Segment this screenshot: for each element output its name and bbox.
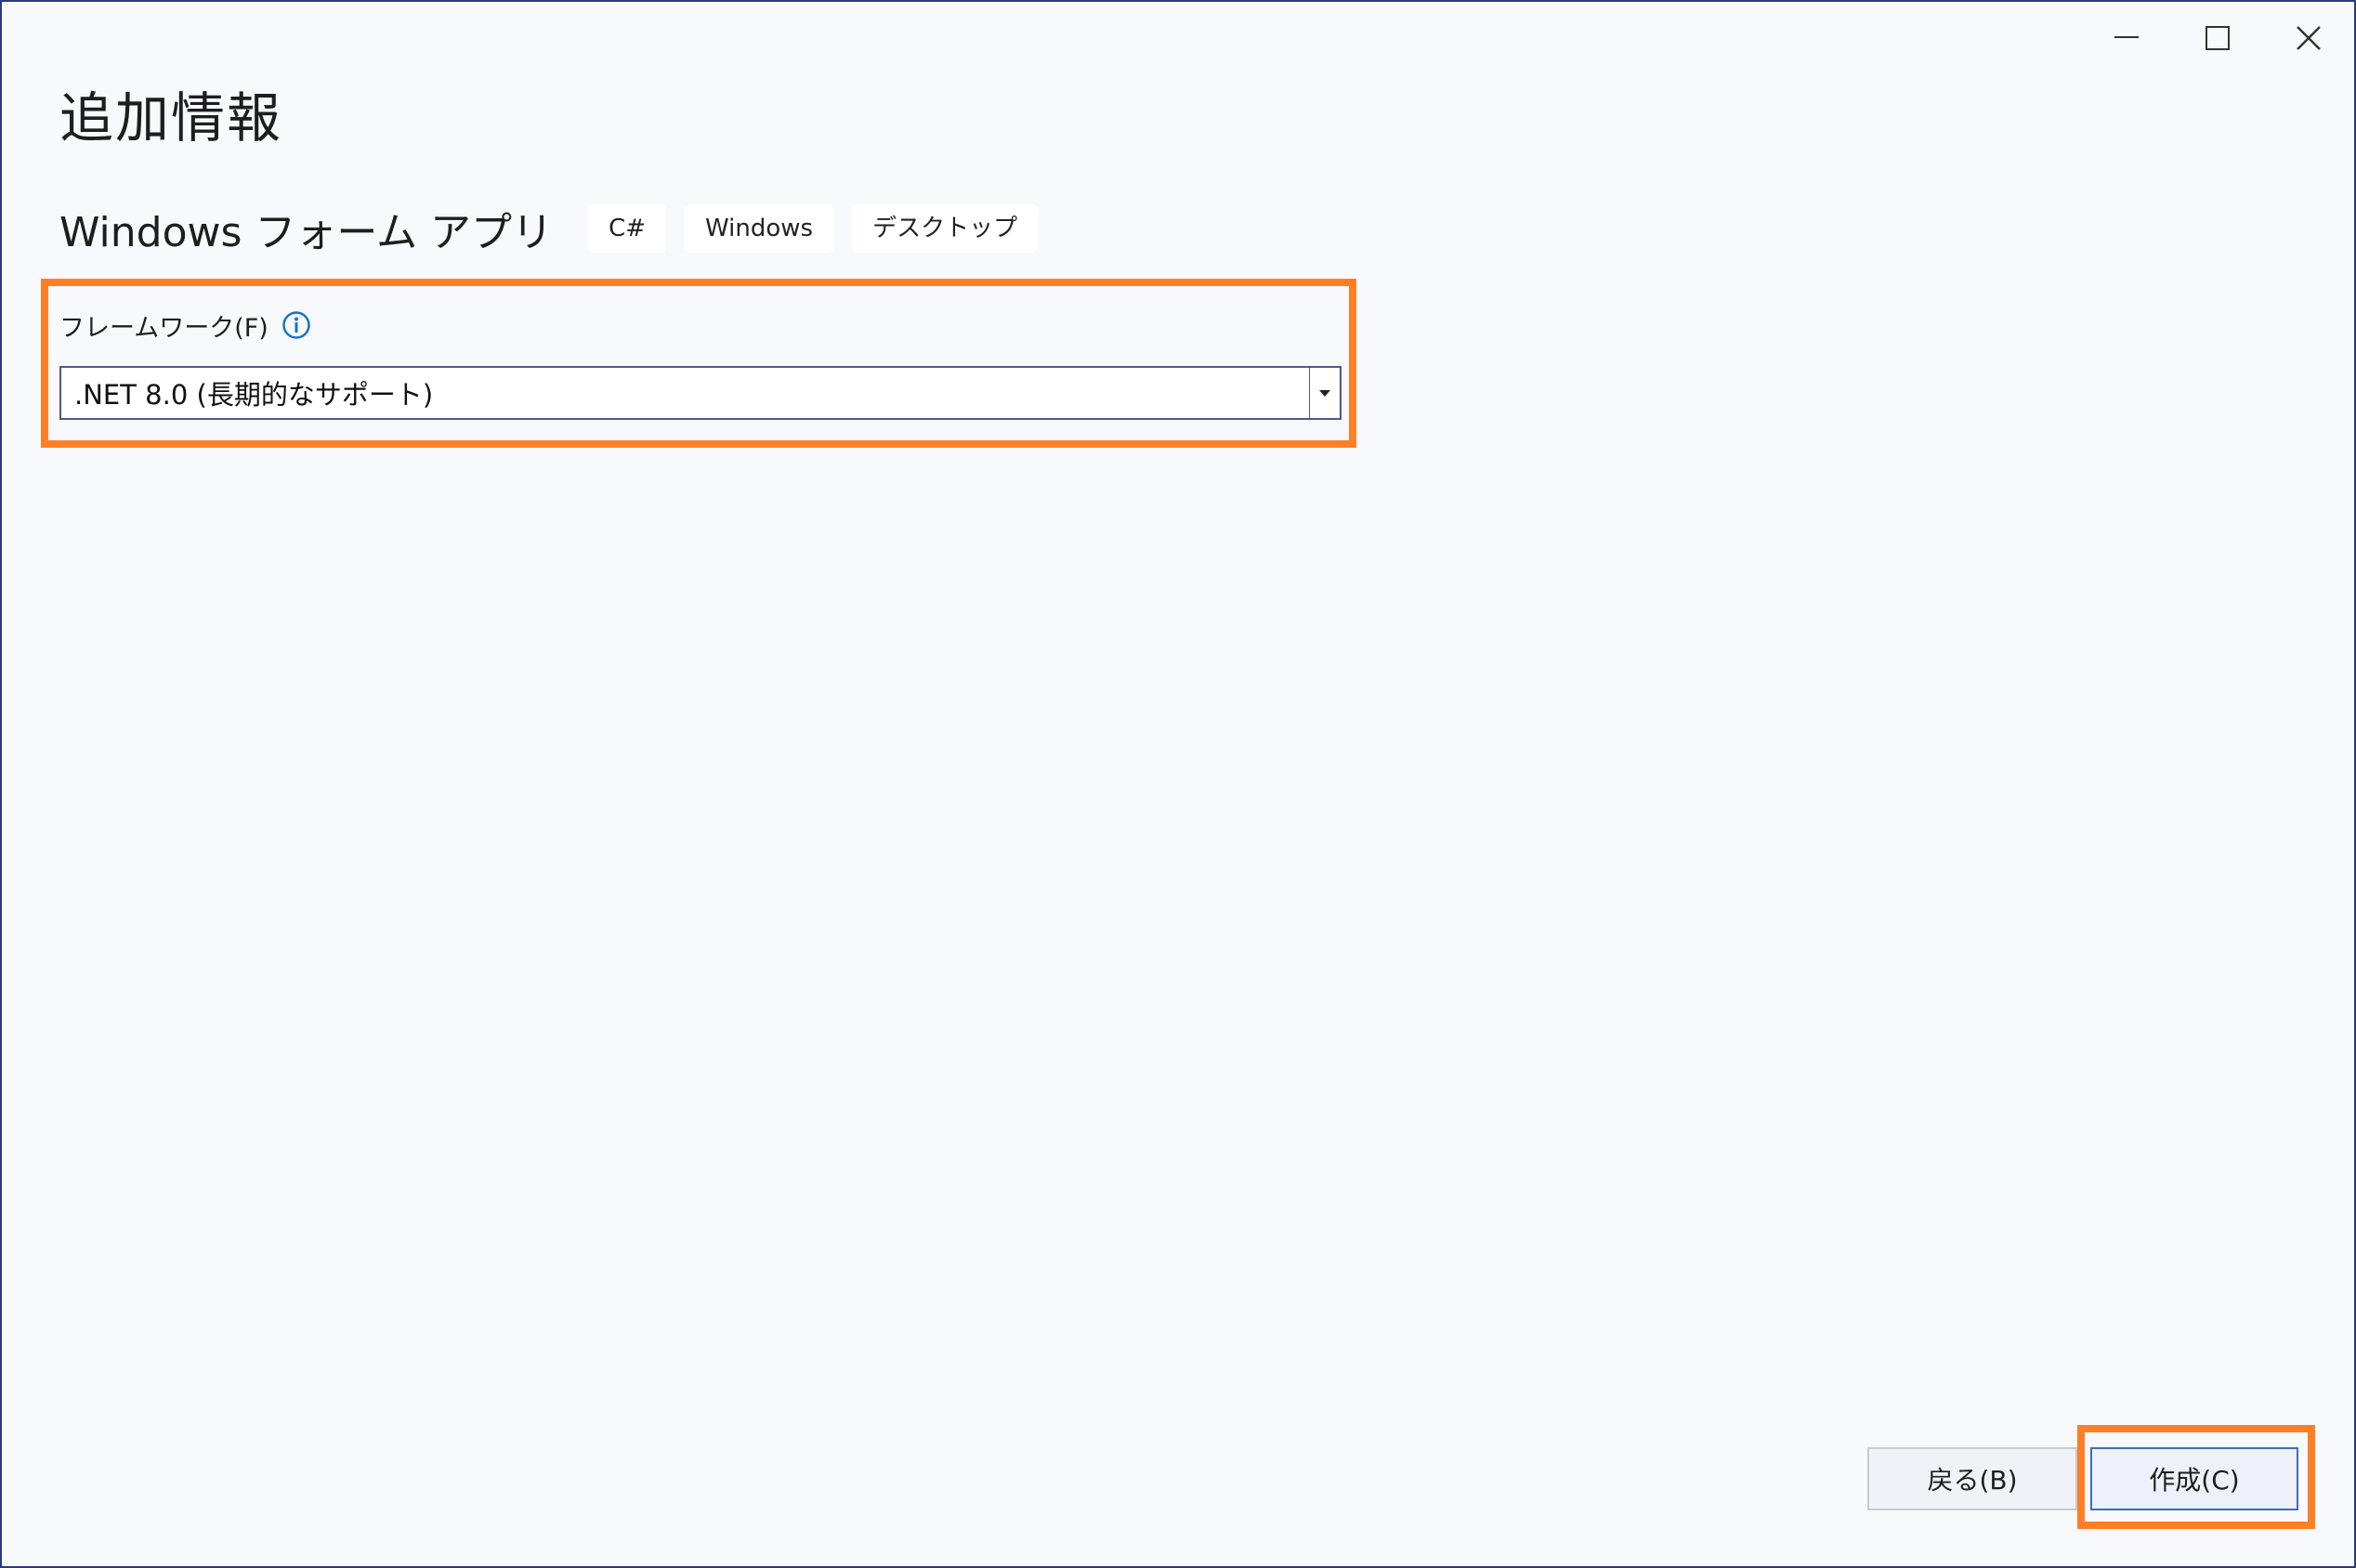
page-title: 追加情報 <box>59 86 283 150</box>
close-button[interactable] <box>2263 2 2354 72</box>
template-header: Windows フォーム アプリ C# Windows デスクトップ <box>59 201 1056 256</box>
maximize-button[interactable] <box>2172 2 2263 72</box>
close-icon <box>2297 26 2321 50</box>
framework-highlight-frame <box>41 279 1356 448</box>
back-button[interactable]: 戻る(B) <box>1867 1447 2077 1510</box>
titlebar-controls <box>2081 2 2354 72</box>
minimize-button[interactable] <box>2081 2 2172 72</box>
tag-language: C# <box>588 204 667 253</box>
dialog-window: 追加情報 Windows フォーム アプリ C# Windows デスクトップ … <box>0 0 2356 1568</box>
tag-platform: Windows <box>685 204 834 253</box>
template-name: Windows フォーム アプリ <box>59 209 554 256</box>
create-highlight-frame <box>2077 1425 2315 1529</box>
tag-project-type: デスクトップ <box>852 204 1039 253</box>
